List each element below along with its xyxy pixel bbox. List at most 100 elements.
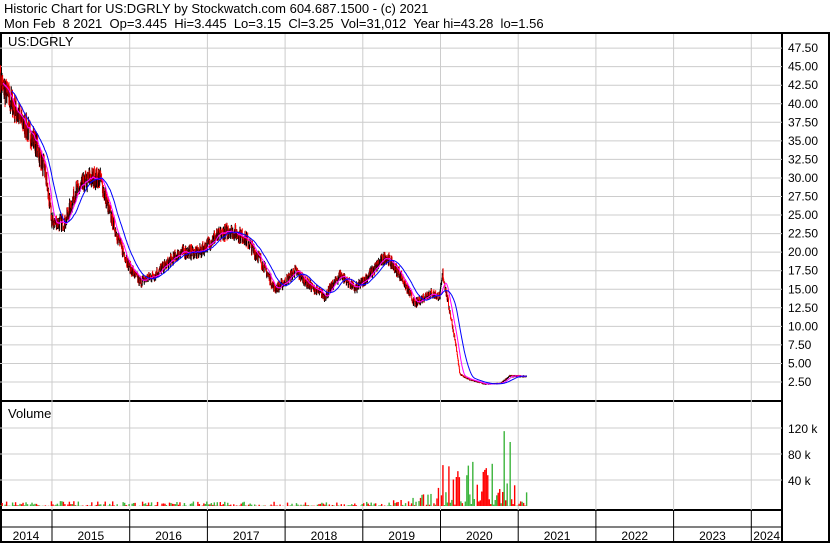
volume-bar bbox=[141, 501, 144, 506]
volume-bar bbox=[363, 503, 365, 506]
volume-bar bbox=[503, 431, 505, 506]
volume-bar bbox=[104, 501, 106, 506]
volume-bar bbox=[349, 505, 351, 506]
volume-bar bbox=[524, 505, 526, 506]
volume-bar bbox=[321, 502, 323, 506]
volume-bar bbox=[419, 497, 422, 506]
volume-bar bbox=[502, 492, 504, 506]
volume-bar bbox=[213, 502, 216, 506]
volume-bar bbox=[22, 502, 24, 506]
volume-bar bbox=[409, 505, 411, 506]
volume-bar bbox=[77, 501, 80, 506]
volume-bar bbox=[197, 501, 199, 506]
price-tick-label: 15.00 bbox=[788, 282, 818, 296]
volume-bar bbox=[19, 503, 21, 506]
x-tick-label: 2016 bbox=[155, 529, 182, 543]
volume-bar bbox=[17, 505, 20, 506]
volume-bar bbox=[273, 501, 275, 506]
volume-bar bbox=[212, 504, 214, 506]
volume-bar bbox=[478, 501, 480, 506]
price-tick-label: 5.00 bbox=[788, 356, 812, 370]
volume-bar bbox=[150, 502, 153, 506]
volume-bar bbox=[227, 502, 229, 506]
volume-bar bbox=[143, 503, 145, 506]
volume-bar bbox=[146, 505, 148, 506]
volume-bar bbox=[207, 504, 210, 506]
volume-bar bbox=[216, 502, 219, 506]
volume-bar bbox=[50, 501, 53, 506]
volume-bar bbox=[173, 503, 175, 506]
volume-bar bbox=[504, 500, 507, 506]
volume-bar bbox=[499, 489, 501, 506]
volume-bar bbox=[307, 505, 310, 506]
price-tick-label: 42.50 bbox=[788, 78, 818, 92]
volume-bar bbox=[366, 501, 368, 506]
price-tick-label: 27.50 bbox=[788, 190, 818, 204]
volume-bar bbox=[428, 504, 431, 506]
volume-bar bbox=[23, 505, 26, 506]
volume-bar bbox=[479, 500, 481, 506]
volume-bar bbox=[144, 503, 147, 506]
volume-bar bbox=[198, 504, 201, 506]
volume-bar bbox=[155, 505, 157, 506]
volume-bar bbox=[103, 504, 105, 506]
volume-bar bbox=[179, 502, 181, 506]
volume-bar bbox=[407, 501, 410, 506]
volume-bar bbox=[56, 503, 59, 506]
volume-bar bbox=[125, 504, 127, 506]
volume-bar bbox=[204, 503, 207, 506]
x-tick-label: 2021 bbox=[544, 529, 571, 543]
volume-bar bbox=[61, 501, 63, 506]
volume-bar bbox=[183, 503, 186, 506]
volume-bar bbox=[1, 502, 3, 506]
volume-bar bbox=[67, 504, 69, 506]
volume-bar bbox=[318, 504, 320, 506]
volume-bar bbox=[324, 504, 326, 506]
volume-bar bbox=[89, 505, 91, 506]
volume-bar bbox=[44, 505, 47, 506]
volume-tick-label: 80 k bbox=[788, 448, 812, 462]
volume-bar bbox=[37, 505, 39, 506]
volume-bar bbox=[247, 504, 250, 506]
volume-bar bbox=[297, 504, 299, 506]
volume-bar bbox=[389, 505, 392, 506]
volume-bar bbox=[512, 504, 514, 506]
volume-bar bbox=[242, 502, 244, 506]
volume-bar bbox=[109, 503, 111, 506]
volume-bar bbox=[116, 504, 118, 506]
volume-bar bbox=[451, 499, 453, 506]
volume-bar bbox=[412, 497, 414, 506]
volume-bar bbox=[147, 502, 150, 506]
volume-bar bbox=[355, 505, 357, 506]
volume-bar bbox=[394, 503, 396, 506]
volume-bar bbox=[0, 505, 2, 506]
x-tick-label: 2014 bbox=[13, 529, 40, 543]
volume-bar bbox=[336, 502, 338, 506]
volume-bar bbox=[458, 477, 461, 506]
volume-bar bbox=[425, 504, 428, 506]
volume-bar bbox=[490, 504, 492, 506]
volume-bar bbox=[445, 492, 447, 506]
price-tick-label: 7.50 bbox=[788, 338, 812, 352]
volume-bar bbox=[457, 471, 459, 506]
volume-bar bbox=[485, 468, 487, 506]
volume-bar bbox=[467, 465, 470, 506]
volume-bar bbox=[519, 501, 522, 506]
volume-bar bbox=[370, 502, 372, 506]
volume-bar bbox=[176, 502, 178, 506]
volume-bar bbox=[491, 463, 493, 506]
volume-bar bbox=[243, 501, 245, 506]
volume-bar bbox=[189, 503, 192, 506]
volume-bar bbox=[348, 505, 350, 506]
volume-bar bbox=[162, 503, 165, 506]
volume-bar bbox=[448, 466, 450, 506]
volume-bar bbox=[367, 503, 369, 506]
volume-bar bbox=[422, 494, 425, 506]
volume-bar bbox=[418, 501, 420, 506]
volume-bar bbox=[82, 505, 84, 506]
volume-bar bbox=[300, 504, 302, 506]
volume-bar bbox=[354, 503, 356, 506]
volume-bar bbox=[210, 503, 213, 506]
frame-border bbox=[0, 32, 830, 543]
volume-bar bbox=[476, 484, 479, 506]
